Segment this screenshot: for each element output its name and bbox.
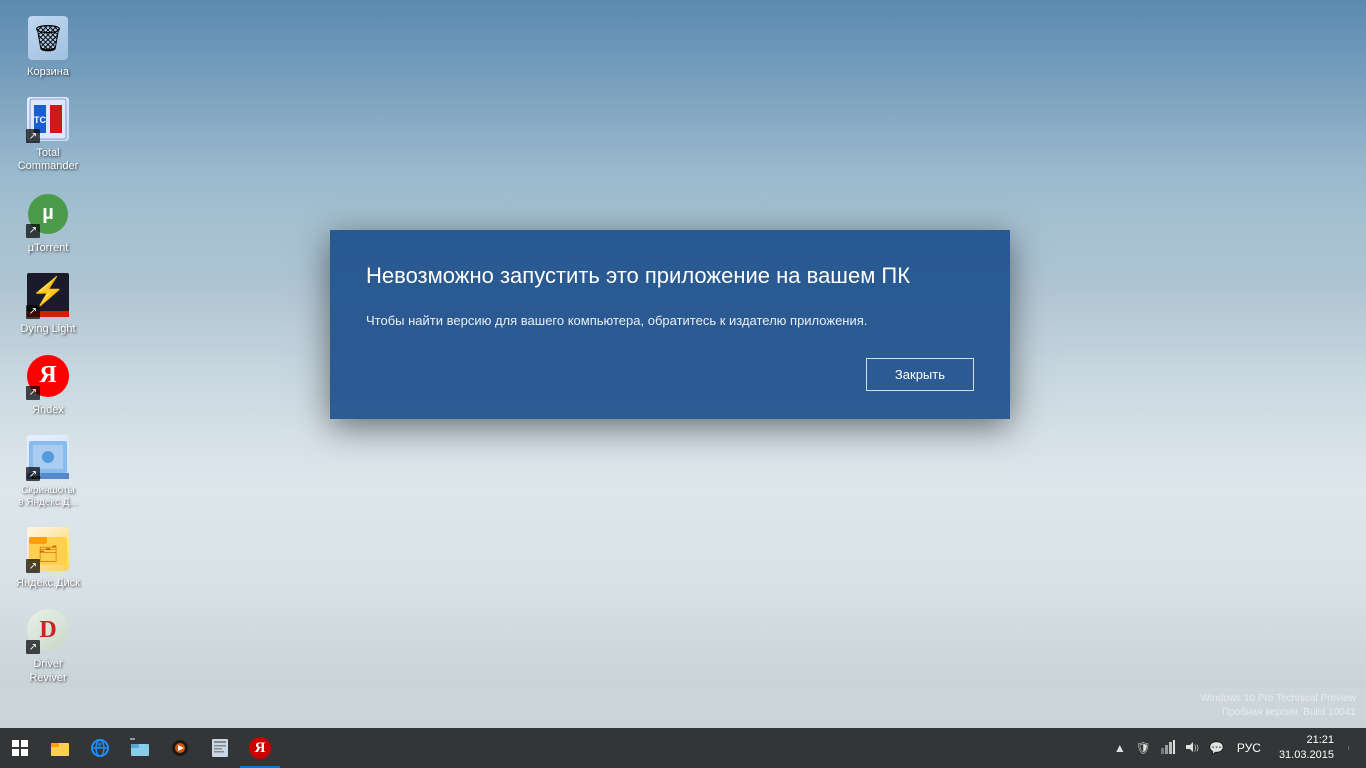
tray-action-center[interactable]: 💬 bbox=[1206, 739, 1227, 757]
taskbar-yandex-browser[interactable]: Я bbox=[240, 728, 280, 768]
recycle-icon: 🗑 bbox=[28, 16, 68, 60]
tray-network[interactable] bbox=[1158, 738, 1178, 759]
taskbar-file-explorer[interactable] bbox=[40, 728, 80, 768]
taskbar-internet-explorer[interactable]: e bbox=[80, 728, 120, 768]
taskbar-tray: ▲ 🛡 )) 💬 РУС 21:21 31.03.2015 bbox=[1103, 728, 1366, 768]
taskbar: e bbox=[0, 728, 1366, 768]
driver-reviver-label: DriverReviver bbox=[29, 658, 66, 684]
tray-volume[interactable]: )) bbox=[1182, 738, 1202, 759]
shortcut-arrow: ↗ bbox=[26, 224, 40, 238]
dialog-close-button[interactable]: Закрыть bbox=[866, 358, 974, 391]
dialog-body: Чтобы найти версию для вашего компьютера… bbox=[366, 311, 974, 331]
shortcut-arrow: ↗ bbox=[26, 559, 40, 573]
taskbar-clock[interactable]: 21:21 31.03.2015 bbox=[1271, 733, 1342, 764]
total-commander-label: TotalCommander bbox=[18, 147, 79, 173]
desktop-icon-total-commander[interactable]: TC ↗ TotalCommander bbox=[10, 91, 86, 177]
dialog-footer: Закрыть bbox=[366, 358, 974, 391]
desktop-icon-recycle[interactable]: 🗑 Корзина bbox=[10, 10, 86, 83]
shortcut-arrow: ↗ bbox=[26, 129, 40, 143]
svg-text:🗂: 🗂 bbox=[38, 545, 58, 563]
desktop-icon-dying-light[interactable]: ⚡ ↗ Dying Light bbox=[10, 267, 86, 340]
shortcut-arrow: ↗ bbox=[26, 640, 40, 654]
tray-chevron[interactable]: ▲ bbox=[1111, 739, 1129, 757]
windows-logo-icon bbox=[12, 740, 28, 756]
tray-language[interactable]: РУС bbox=[1231, 741, 1267, 755]
desktop-icons-container: 🗑 Корзина TC ↗ TotalCommander µ ↗ µTorre… bbox=[10, 10, 86, 689]
screenshots-label: Скриншотыв Яндекс.Д... bbox=[18, 485, 78, 509]
watermark-line2: Пробная версия. Build 10041 bbox=[1201, 706, 1356, 720]
taskbar-notepad[interactable] bbox=[200, 728, 240, 768]
desktop-icon-yandex-disk[interactable]: 🗂 ↗ Яндекс.Диск bbox=[10, 521, 86, 594]
dialog-title: Невозможно запустить это приложение на в… bbox=[366, 262, 974, 291]
shortcut-arrow: ↗ bbox=[26, 467, 40, 481]
yandex-label: Яndex bbox=[32, 404, 64, 417]
dying-light-label: Dying Light bbox=[20, 323, 75, 336]
yandex-disk-label: Яндекс.Диск bbox=[16, 577, 80, 590]
desktop-icon-yandex[interactable]: Я ↗ Яndex bbox=[10, 348, 86, 421]
svg-text:e: e bbox=[98, 739, 102, 749]
tray-show-desktop[interactable] bbox=[1348, 746, 1358, 750]
watermark-line1: Windows 10 Pro Technical Preview bbox=[1201, 692, 1356, 706]
shortcut-arrow: ↗ bbox=[26, 305, 40, 319]
windows-watermark: Windows 10 Pro Technical Preview Пробная… bbox=[1201, 692, 1356, 720]
svg-text:⚡: ⚡ bbox=[31, 275, 66, 308]
clock-date: 31.03.2015 bbox=[1279, 748, 1334, 763]
taskbar-folder[interactable] bbox=[120, 728, 160, 768]
svg-text:TC: TC bbox=[34, 115, 46, 125]
desktop-icon-driver-reviver[interactable]: D ↗ DriverReviver bbox=[10, 602, 86, 688]
clock-time: 21:21 bbox=[1306, 733, 1334, 748]
svg-text:)): )) bbox=[1194, 745, 1199, 752]
shortcut-arrow: ↗ bbox=[26, 386, 40, 400]
desktop-icon-screenshots[interactable]: 📷 ↗ Скриншотыв Яндекс.Д... bbox=[10, 429, 86, 513]
recycle-label: Корзина bbox=[27, 66, 69, 79]
error-dialog: Невозможно запустить это приложение на в… bbox=[330, 230, 1010, 419]
utorrent-label: µTorrent bbox=[28, 242, 69, 255]
taskbar-apps: e bbox=[40, 728, 1103, 768]
taskbar-media-player[interactable] bbox=[160, 728, 200, 768]
desktop-icon-utorrent[interactable]: µ ↗ µTorrent bbox=[10, 186, 86, 259]
start-button[interactable] bbox=[0, 728, 40, 768]
tray-security[interactable]: 🛡 bbox=[1133, 739, 1154, 757]
